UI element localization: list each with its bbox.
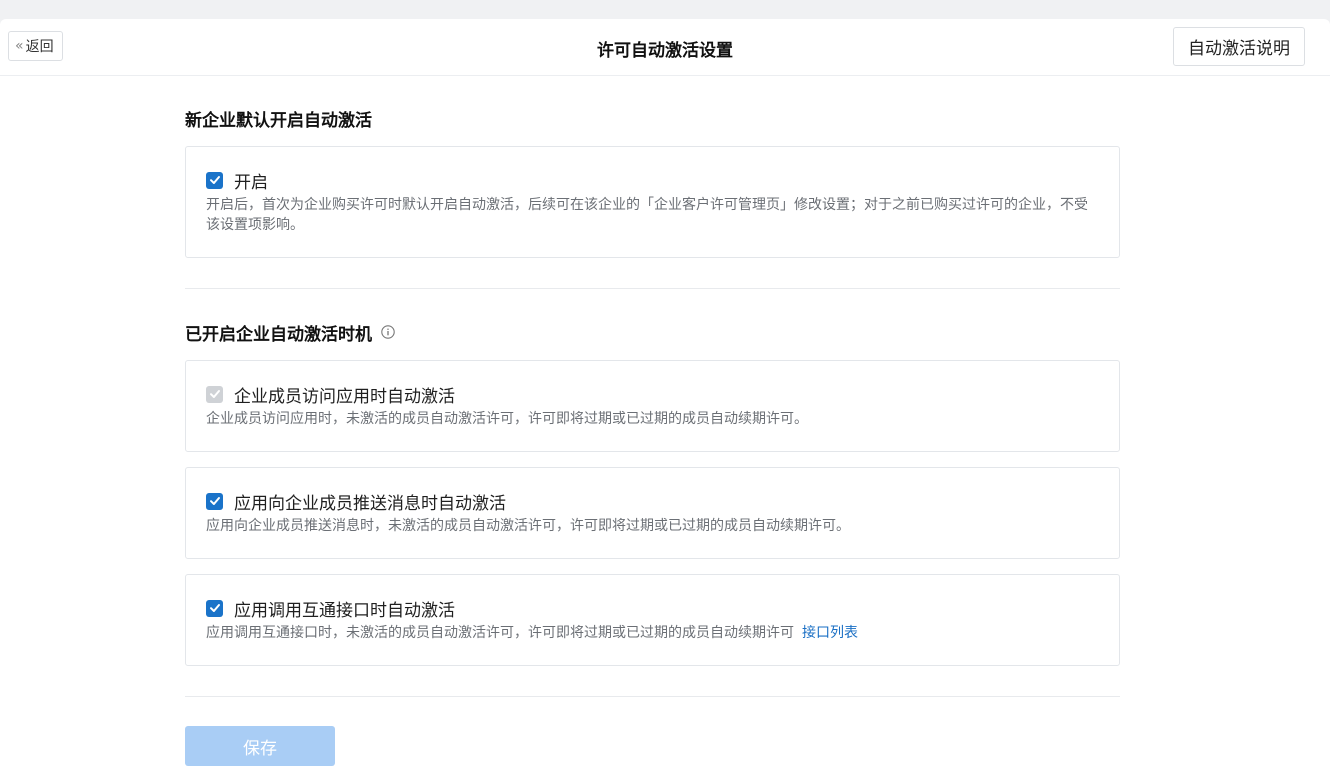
help-button-label: 自动激活说明 [1188,39,1290,59]
option-push-message[interactable]: 应用向企业成员推送消息时自动激活 [206,489,1099,514]
option-interop-api-description: 应用调用互通接口时，未激活的成员自动激活许可，许可即将过期或已过期的成员自动续期… [206,625,794,641]
option-member-access-app: 企业成员访问应用时自动激活 [206,382,1099,407]
page: « 返回 许可自动激活设置 自动激活说明 新企业默认开启自动激活 开启 开启后，… [0,19,1330,774]
option-interop-api[interactable]: 应用调用互通接口时自动激活 [206,596,1099,621]
card-push-message: 应用向企业成员推送消息时自动激活 应用向企业成员推送消息时，未激活的成员自动激活… [185,467,1120,559]
option-enable-label: 开启 [234,172,268,193]
card-interop-api: 应用调用互通接口时自动激活 应用调用互通接口时，未激活的成员自动激活许可，许可即… [185,574,1120,666]
section-title-new-enterprise: 新企业默认开启自动激活 [185,110,372,131]
save-button[interactable]: 保存 [185,726,335,766]
main-content: 新企业默认开启自动激活 开启 开启后，首次为企业购买许可时默认开启自动激活，后续… [185,75,1120,697]
card-member-access-app: 企业成员访问应用时自动激活 企业成员访问应用时，未激活的成员自动激活许可，许可即… [185,360,1120,452]
enable-checkbox[interactable] [206,171,223,189]
section-title-activation-timing-text: 已开启企业自动激活时机 [185,324,372,345]
auto-activation-help-button[interactable]: 自动激活说明 [1173,27,1305,66]
option-member-access-app-label: 企业成员访问应用时自动激活 [234,386,455,407]
option-enable-description: 开启后，首次为企业购买许可时默认开启自动激活，后续可在该企业的「企业客户许可管理… [206,197,1088,233]
save-button-label: 保存 [243,738,277,759]
option-interop-api-description-row: 应用调用互通接口时，未激活的成员自动激活许可，许可即将过期或已过期的成员自动续期… [206,623,1099,643]
header-bar: « 返回 许可自动激活设置 自动激活说明 [0,19,1330,76]
checkmark-icon [209,176,220,184]
checkmark-icon [209,497,220,505]
checkmark-icon [209,390,220,398]
page-title: 许可自动激活设置 [597,41,733,61]
info-icon[interactable] [381,325,395,339]
checkmark-icon [209,604,220,612]
option-push-message-label: 应用向企业成员推送消息时自动激活 [234,493,506,514]
api-list-link[interactable]: 接口列表 [802,625,858,641]
member-access-app-checkbox [206,385,223,403]
section-title-activation-timing: 已开启企业自动激活时机 [185,320,1120,345]
option-enable[interactable]: 开启 [206,168,1099,193]
push-message-checkbox[interactable] [206,492,223,510]
interop-api-checkbox[interactable] [206,599,223,617]
option-push-message-description: 应用向企业成员推送消息时，未激活的成员自动激活许可，许可即将过期或已过期的成员自… [206,518,850,534]
option-interop-api-label: 应用调用互通接口时自动激活 [234,600,455,621]
section-divider [185,288,1120,289]
card-new-enterprise-default: 开启 开启后，首次为企业购买许可时默认开启自动激活，后续可在该企业的「企业客户许… [185,146,1120,258]
footer-divider [185,696,1120,697]
option-member-access-app-description: 企业成员访问应用时，未激活的成员自动激活许可，许可即将过期或已过期的成员自动续期… [206,411,808,427]
